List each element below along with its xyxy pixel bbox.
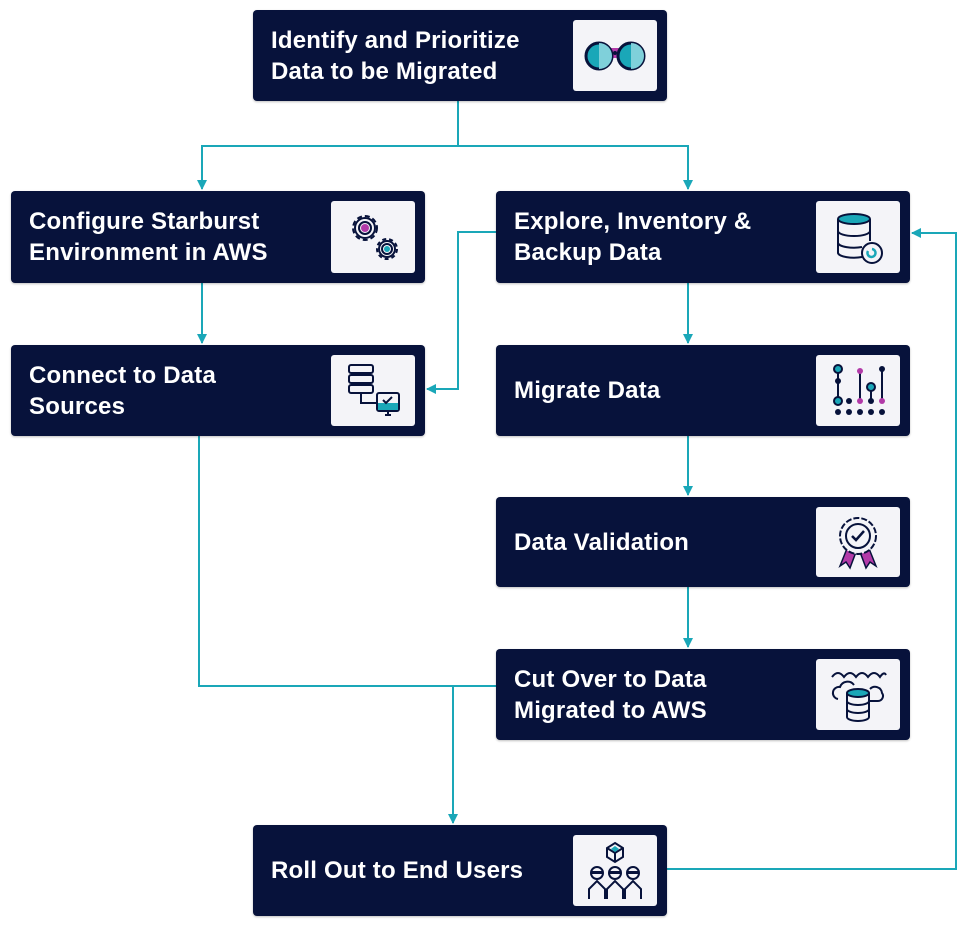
node-rollout: Roll Out to End Users xyxy=(253,825,667,916)
node-label: Roll Out to End Users xyxy=(271,857,524,884)
edge-identify-to-configure xyxy=(197,101,459,190)
node-label: Migrate Data xyxy=(514,377,661,404)
connectors xyxy=(197,101,957,870)
node-validate: Data Validation xyxy=(496,497,910,587)
node-label: Connect to Data Sources xyxy=(29,361,217,420)
node-connect: Connect to Data Sources xyxy=(11,345,425,436)
node-label: Configure Starburst Environment in AWS xyxy=(29,208,268,266)
node-label: Explore, Inventory & Backup Data xyxy=(514,208,752,266)
node-explore: Explore, Inventory & Backup Data xyxy=(496,191,910,283)
edge-identify-to-explore xyxy=(458,145,693,190)
edge-connect-to-rollout xyxy=(198,436,496,687)
node-label: Cut Over to Data Migrated to AWS xyxy=(514,665,707,724)
cloud-database-icon xyxy=(831,671,887,722)
node-label: Identify and Prioritize Data to be Migra… xyxy=(271,26,520,85)
edge-explore-to-connect xyxy=(426,231,496,394)
node-configure: Configure Starburst Environment in AWS xyxy=(11,191,425,283)
gears-icon xyxy=(352,215,398,260)
data-sliders-icon xyxy=(833,363,885,415)
server-monitor-icon xyxy=(348,363,400,416)
award-badge-icon xyxy=(838,517,878,570)
node-migrate: Migrate Data xyxy=(496,345,910,436)
node-label: Data Validation xyxy=(514,528,690,556)
users-cube-icon xyxy=(588,841,642,899)
database-backup-icon xyxy=(837,213,883,264)
node-identify: Identify and Prioritize Data to be Migra… xyxy=(253,10,667,101)
binoculars-icon xyxy=(584,41,646,70)
node-cutover: Cut Over to Data Migrated to AWS xyxy=(496,649,910,740)
